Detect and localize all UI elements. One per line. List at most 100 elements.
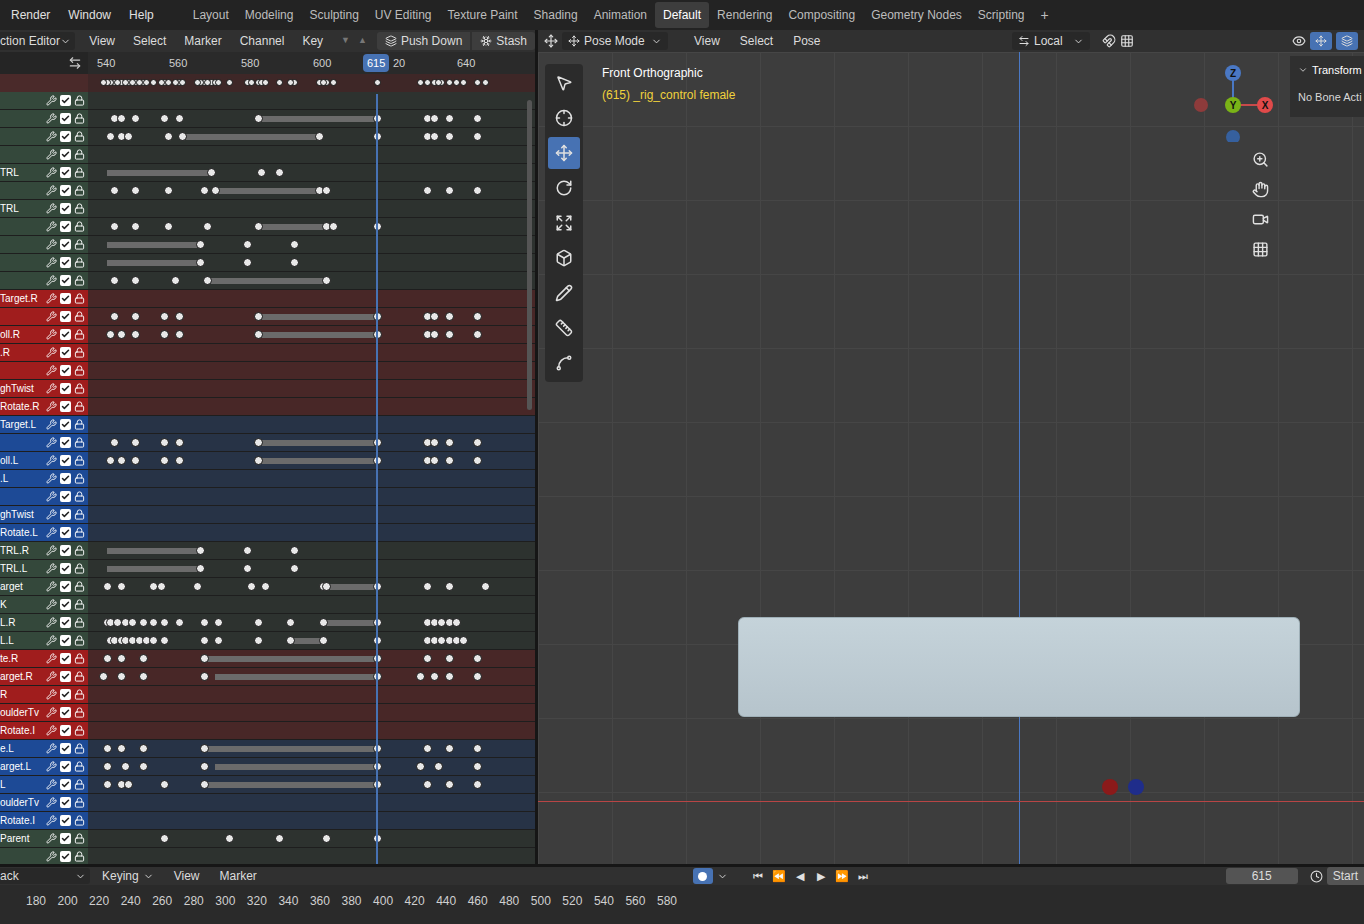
lock-icon[interactable] [74, 815, 85, 826]
keyframe[interactable] [473, 132, 482, 141]
keyframe[interactable] [103, 762, 112, 771]
current-frame-field[interactable]: 615 [1226, 868, 1298, 884]
mute-checkbox[interactable] [60, 185, 71, 196]
modifier-icon[interactable] [46, 653, 57, 664]
keyframe[interactable] [254, 330, 263, 339]
lock-icon[interactable] [74, 563, 85, 574]
keyframe[interactable] [445, 672, 454, 681]
keyframe[interactable] [149, 618, 158, 627]
keyframe[interactable] [131, 114, 140, 123]
keyframe[interactable] [196, 240, 205, 249]
mute-checkbox[interactable] [60, 833, 71, 844]
keyframe[interactable] [243, 546, 252, 555]
keyframe[interactable] [423, 780, 432, 789]
mute-checkbox[interactable] [60, 563, 71, 574]
mute-checkbox[interactable] [60, 671, 71, 682]
tool-button[interactable] [548, 312, 580, 344]
keyframe[interactable] [434, 762, 443, 771]
keyframe[interactable] [254, 636, 263, 645]
keyframe[interactable] [121, 762, 130, 771]
channel-row[interactable]: R [0, 686, 535, 704]
playback-button[interactable]: ⏮ [750, 868, 767, 885]
keyframe[interactable] [175, 330, 184, 339]
menu-item[interactable]: Channel [232, 32, 293, 50]
lock-icon[interactable] [74, 275, 85, 286]
keyframe[interactable] [423, 654, 432, 663]
keyframe[interactable] [474, 79, 481, 86]
keyframe[interactable] [160, 780, 169, 789]
keyframe[interactable] [165, 79, 172, 86]
nav-button[interactable] [1248, 207, 1272, 231]
channel-row[interactable]: e.L [0, 740, 535, 758]
channel-row[interactable]: TRL.L [0, 560, 535, 578]
keyframe[interactable] [200, 672, 209, 681]
keyframe[interactable] [128, 618, 137, 627]
keyframe[interactable] [196, 564, 205, 573]
keyframe[interactable] [131, 312, 140, 321]
keyframe[interactable] [160, 636, 169, 645]
keyframe[interactable] [103, 654, 112, 663]
keyframe[interactable] [103, 780, 112, 789]
keyframe[interactable] [110, 186, 119, 195]
editor-mode-dropdown[interactable]: ction Editor [0, 32, 75, 50]
keyframe[interactable] [459, 636, 468, 645]
modifier-icon[interactable] [46, 707, 57, 718]
modifier-icon[interactable] [46, 491, 57, 502]
modifier-icon[interactable] [46, 239, 57, 250]
lock-icon[interactable] [74, 761, 85, 772]
keyframe[interactable] [374, 79, 381, 86]
keyframe[interactable] [160, 312, 169, 321]
timeline-ruler[interactable]: 1802002202402602803003203403603804004204… [0, 885, 1364, 924]
keyframe[interactable] [160, 438, 169, 447]
channel-row[interactable] [0, 218, 535, 236]
lock-icon[interactable] [74, 545, 85, 556]
keyframe[interactable] [286, 618, 295, 627]
lock-icon[interactable] [74, 311, 85, 322]
channel-row[interactable]: oll.R [0, 326, 535, 344]
channel-row[interactable]: Target.L [0, 416, 535, 434]
mute-checkbox[interactable] [60, 599, 71, 610]
modifier-icon[interactable] [46, 797, 57, 808]
push-down-button[interactable]: Push Down [377, 32, 470, 50]
lock-icon[interactable] [74, 725, 85, 736]
lock-icon[interactable] [74, 401, 85, 412]
lock-icon[interactable] [74, 365, 85, 376]
keyframe[interactable] [473, 114, 482, 123]
keyframe[interactable] [139, 744, 148, 753]
tool-button[interactable] [548, 137, 580, 169]
modifier-icon[interactable] [46, 509, 57, 520]
lock-icon[interactable] [74, 221, 85, 232]
channel-row[interactable]: TRL.R [0, 542, 535, 560]
modifier-icon[interactable] [46, 419, 57, 430]
keyframe[interactable] [131, 222, 140, 231]
menu-item[interactable]: Key [294, 32, 331, 50]
lock-icon[interactable] [74, 239, 85, 250]
lock-icon[interactable] [74, 419, 85, 430]
modifier-icon[interactable] [46, 635, 57, 646]
keyframe[interactable] [445, 312, 454, 321]
tool-button[interactable] [548, 347, 580, 379]
channel-row[interactable]: L.R [0, 614, 535, 632]
keyframe[interactable] [290, 564, 299, 573]
keyframe[interactable] [445, 132, 454, 141]
keyframe[interactable] [164, 132, 173, 141]
keyframe[interactable] [254, 456, 263, 465]
lock-icon[interactable] [74, 131, 85, 142]
timeline-mode-dropdown[interactable]: ack [0, 868, 90, 884]
workspace-tab[interactable]: Animation [586, 2, 655, 28]
channel-row[interactable]: TRL [0, 164, 535, 182]
keyframe[interactable] [473, 672, 482, 681]
keyframe[interactable] [139, 762, 148, 771]
modifier-icon[interactable] [46, 545, 57, 556]
lock-icon[interactable] [74, 527, 85, 538]
keyframe[interactable] [207, 168, 216, 177]
channel-row[interactable] [0, 182, 535, 200]
lock-icon[interactable] [74, 851, 85, 862]
keyframe[interactable] [160, 618, 169, 627]
keyframe[interactable] [117, 744, 126, 753]
keyframe[interactable] [482, 79, 489, 86]
keyframe[interactable] [243, 240, 252, 249]
keyframe[interactable] [430, 312, 439, 321]
keyframe[interactable] [160, 456, 169, 465]
scrollbar[interactable] [527, 100, 532, 410]
